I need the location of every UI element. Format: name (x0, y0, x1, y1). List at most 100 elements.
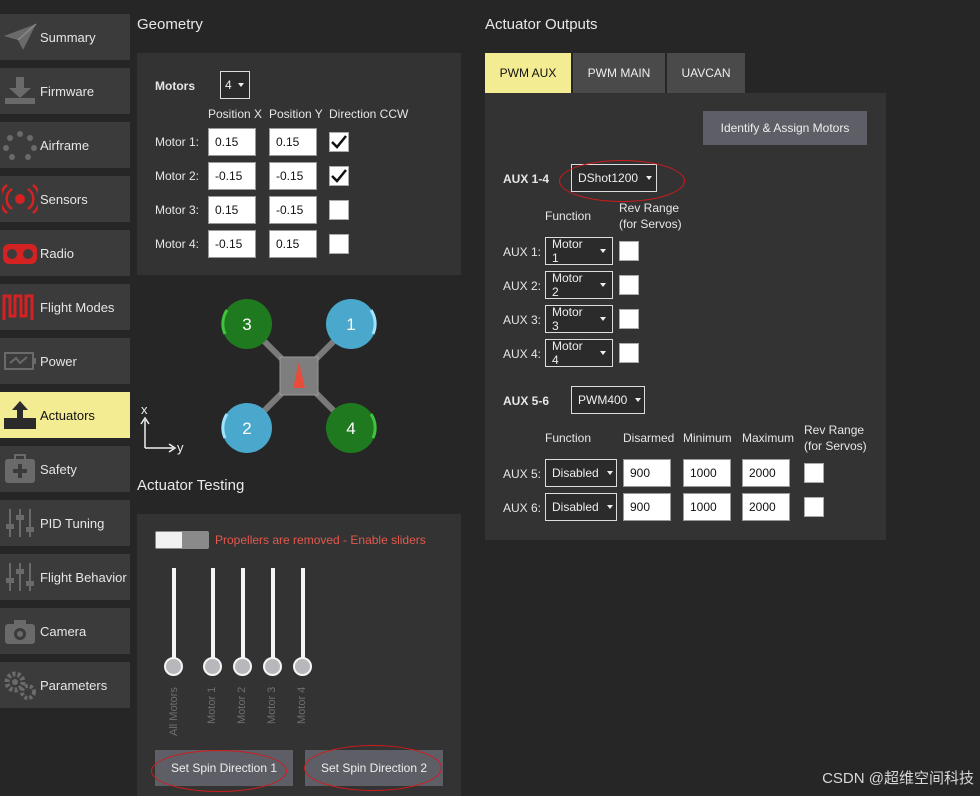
slider-knob-all-motors[interactable] (164, 657, 183, 676)
sidebar-item-actuators[interactable]: Actuators (0, 392, 130, 438)
sensors-icon (0, 176, 40, 222)
chevron-down-icon (600, 317, 606, 321)
radio-icon (0, 230, 40, 276)
sidebar-item-label: Firmware (40, 83, 95, 99)
chevron-down-icon (600, 249, 606, 253)
enable-sliders-toggle[interactable] (155, 531, 209, 549)
motors-count-select[interactable]: 4 (220, 71, 250, 99)
sidebar-item-label: Power (40, 353, 77, 369)
aux-1-4-label: AUX 1-4 (503, 172, 550, 186)
slider-knob-motor-2[interactable] (233, 657, 252, 676)
slider-track-motor-4[interactable] (301, 568, 305, 668)
aux-5-rev-range-checkbox[interactable] (804, 463, 824, 483)
download-icon (0, 68, 40, 114)
motor-4-position-x[interactable] (208, 230, 256, 258)
motor-row-label: Motor 1: (155, 135, 200, 149)
aux-5-6-protocol-select[interactable]: PWM400 (571, 386, 645, 414)
motor-2-position-x[interactable] (208, 162, 256, 190)
aux-row-label: AUX 1: (503, 245, 542, 259)
slider-knob-motor-1[interactable] (203, 657, 222, 676)
identify-assign-motors-button[interactable]: Identify & Assign Motors (703, 111, 867, 145)
sidebar-item-label: Airframe (40, 137, 90, 153)
svg-text:x: x (141, 402, 148, 417)
col-position-y: Position Y (269, 107, 323, 121)
slider-knob-motor-4[interactable] (293, 657, 312, 676)
sidebar-item-flight-behavior[interactable]: Flight Behavior (0, 554, 130, 600)
aux-4-rev-range-checkbox[interactable] (619, 343, 639, 363)
aux-5-disarmed-input[interactable] (623, 459, 671, 487)
sliders-icon (0, 500, 40, 546)
slider-label-motor-4: Motor 4 (296, 686, 308, 724)
slider-track-motor-3[interactable] (271, 568, 275, 668)
svg-text:1: 1 (346, 315, 355, 334)
motor-1-prop: 1 (326, 299, 377, 349)
motor-3-prop: 3 (221, 299, 272, 349)
aux-1-function-select[interactable]: Motor 1 (545, 237, 613, 265)
sidebar-item-camera[interactable]: Camera (0, 608, 130, 654)
sidebar-item-radio[interactable]: Radio (0, 230, 130, 276)
sidebar-item-power[interactable]: Power (0, 338, 130, 384)
sidebar-item-label: Summary (40, 29, 96, 45)
aux-6-disarmed-input[interactable] (623, 493, 671, 521)
sidebar-item-pid-tuning[interactable]: PID Tuning (0, 500, 130, 546)
motor-1-position-x[interactable] (208, 128, 256, 156)
tab-pwm-main[interactable]: PWM MAIN (573, 53, 665, 93)
slider-track-all-motors[interactable] (172, 568, 176, 668)
motor-1-position-y[interactable] (269, 128, 317, 156)
motor-4-ccw-checkbox[interactable] (329, 234, 349, 254)
aux-5-6-protocol-value: PWM400 (578, 393, 628, 407)
sidebar-item-label: Parameters (40, 677, 108, 693)
aux-1-4-protocol-select[interactable]: DShot1200 (571, 164, 657, 192)
aux-6-rev-range-checkbox[interactable] (804, 497, 824, 517)
motor-3-position-y[interactable] (269, 196, 317, 224)
aux-3-rev-range-checkbox[interactable] (619, 309, 639, 329)
aux-1-rev-range-checkbox[interactable] (619, 241, 639, 261)
motor-4-prop: 4 (326, 403, 377, 453)
aux-4-function-select[interactable]: Motor 4 (545, 339, 613, 367)
aux-3-function-select[interactable]: Motor 3 (545, 305, 613, 333)
sidebar-item-airframe[interactable]: Airframe (0, 122, 130, 168)
slider-track-motor-1[interactable] (211, 568, 215, 668)
svg-text:2: 2 (242, 419, 251, 438)
motor-2-position-y[interactable] (269, 162, 317, 190)
geometry-title: Geometry (137, 16, 203, 33)
slider-knob-motor-3[interactable] (263, 657, 282, 676)
aux-6-function-select[interactable]: Disabled (545, 493, 617, 521)
aux-5-function-select[interactable]: Disabled (545, 459, 617, 487)
motor-4-position-y[interactable] (269, 230, 317, 258)
rev-range-line2: (for Servos) (804, 439, 867, 453)
sidebar-item-label: Radio (40, 245, 74, 261)
slider-track-motor-2[interactable] (241, 568, 245, 668)
aux-2-rev-range-checkbox[interactable] (619, 275, 639, 295)
sidebar-item-summary[interactable]: Summary (0, 14, 130, 60)
motor-3-ccw-checkbox[interactable] (329, 200, 349, 220)
actuator-testing-panel: Propellers are removed - Enable sliders … (137, 514, 461, 796)
aux-5-minimum-input[interactable] (683, 459, 731, 487)
set-spin-direction-2-button[interactable]: Set Spin Direction 2 (305, 750, 443, 786)
sidebar-item-firmware[interactable]: Firmware (0, 68, 130, 114)
aux-5-maximum-input[interactable] (742, 459, 790, 487)
motor-1-ccw-checkbox[interactable] (329, 132, 349, 152)
sidebar-item-parameters[interactable]: Parameters (0, 662, 130, 708)
aux-6-maximum-input[interactable] (742, 493, 790, 521)
safety-icon (0, 446, 40, 492)
sidebar-item-sensors[interactable]: Sensors (0, 176, 130, 222)
set-spin-direction-1-button[interactable]: Set Spin Direction 1 (155, 750, 293, 786)
aux-6-minimum-input[interactable] (683, 493, 731, 521)
chevron-down-icon (635, 398, 642, 402)
axis-indicator: x y (140, 402, 184, 455)
sidebar-item-flight-modes[interactable]: Flight Modes (0, 284, 130, 330)
sidebar-item-label: Flight Behavior (40, 569, 127, 585)
tab-uavcan[interactable]: UAVCAN (667, 53, 745, 93)
motor-2-ccw-checkbox[interactable] (329, 166, 349, 186)
col-function: Function (545, 209, 592, 223)
actuator-outputs-title: Actuator Outputs (485, 16, 598, 33)
tab-pwm-aux[interactable]: PWM AUX (485, 53, 571, 93)
motor-3-position-x[interactable] (208, 196, 256, 224)
sidebar-item-safety[interactable]: Safety (0, 446, 130, 492)
aux-2-function-select[interactable]: Motor 2 (545, 271, 613, 299)
chevron-down-icon (237, 83, 244, 87)
actuator-testing-title: Actuator Testing (137, 477, 245, 494)
airframe-icon (0, 122, 40, 168)
paper-plane-icon (0, 14, 40, 60)
